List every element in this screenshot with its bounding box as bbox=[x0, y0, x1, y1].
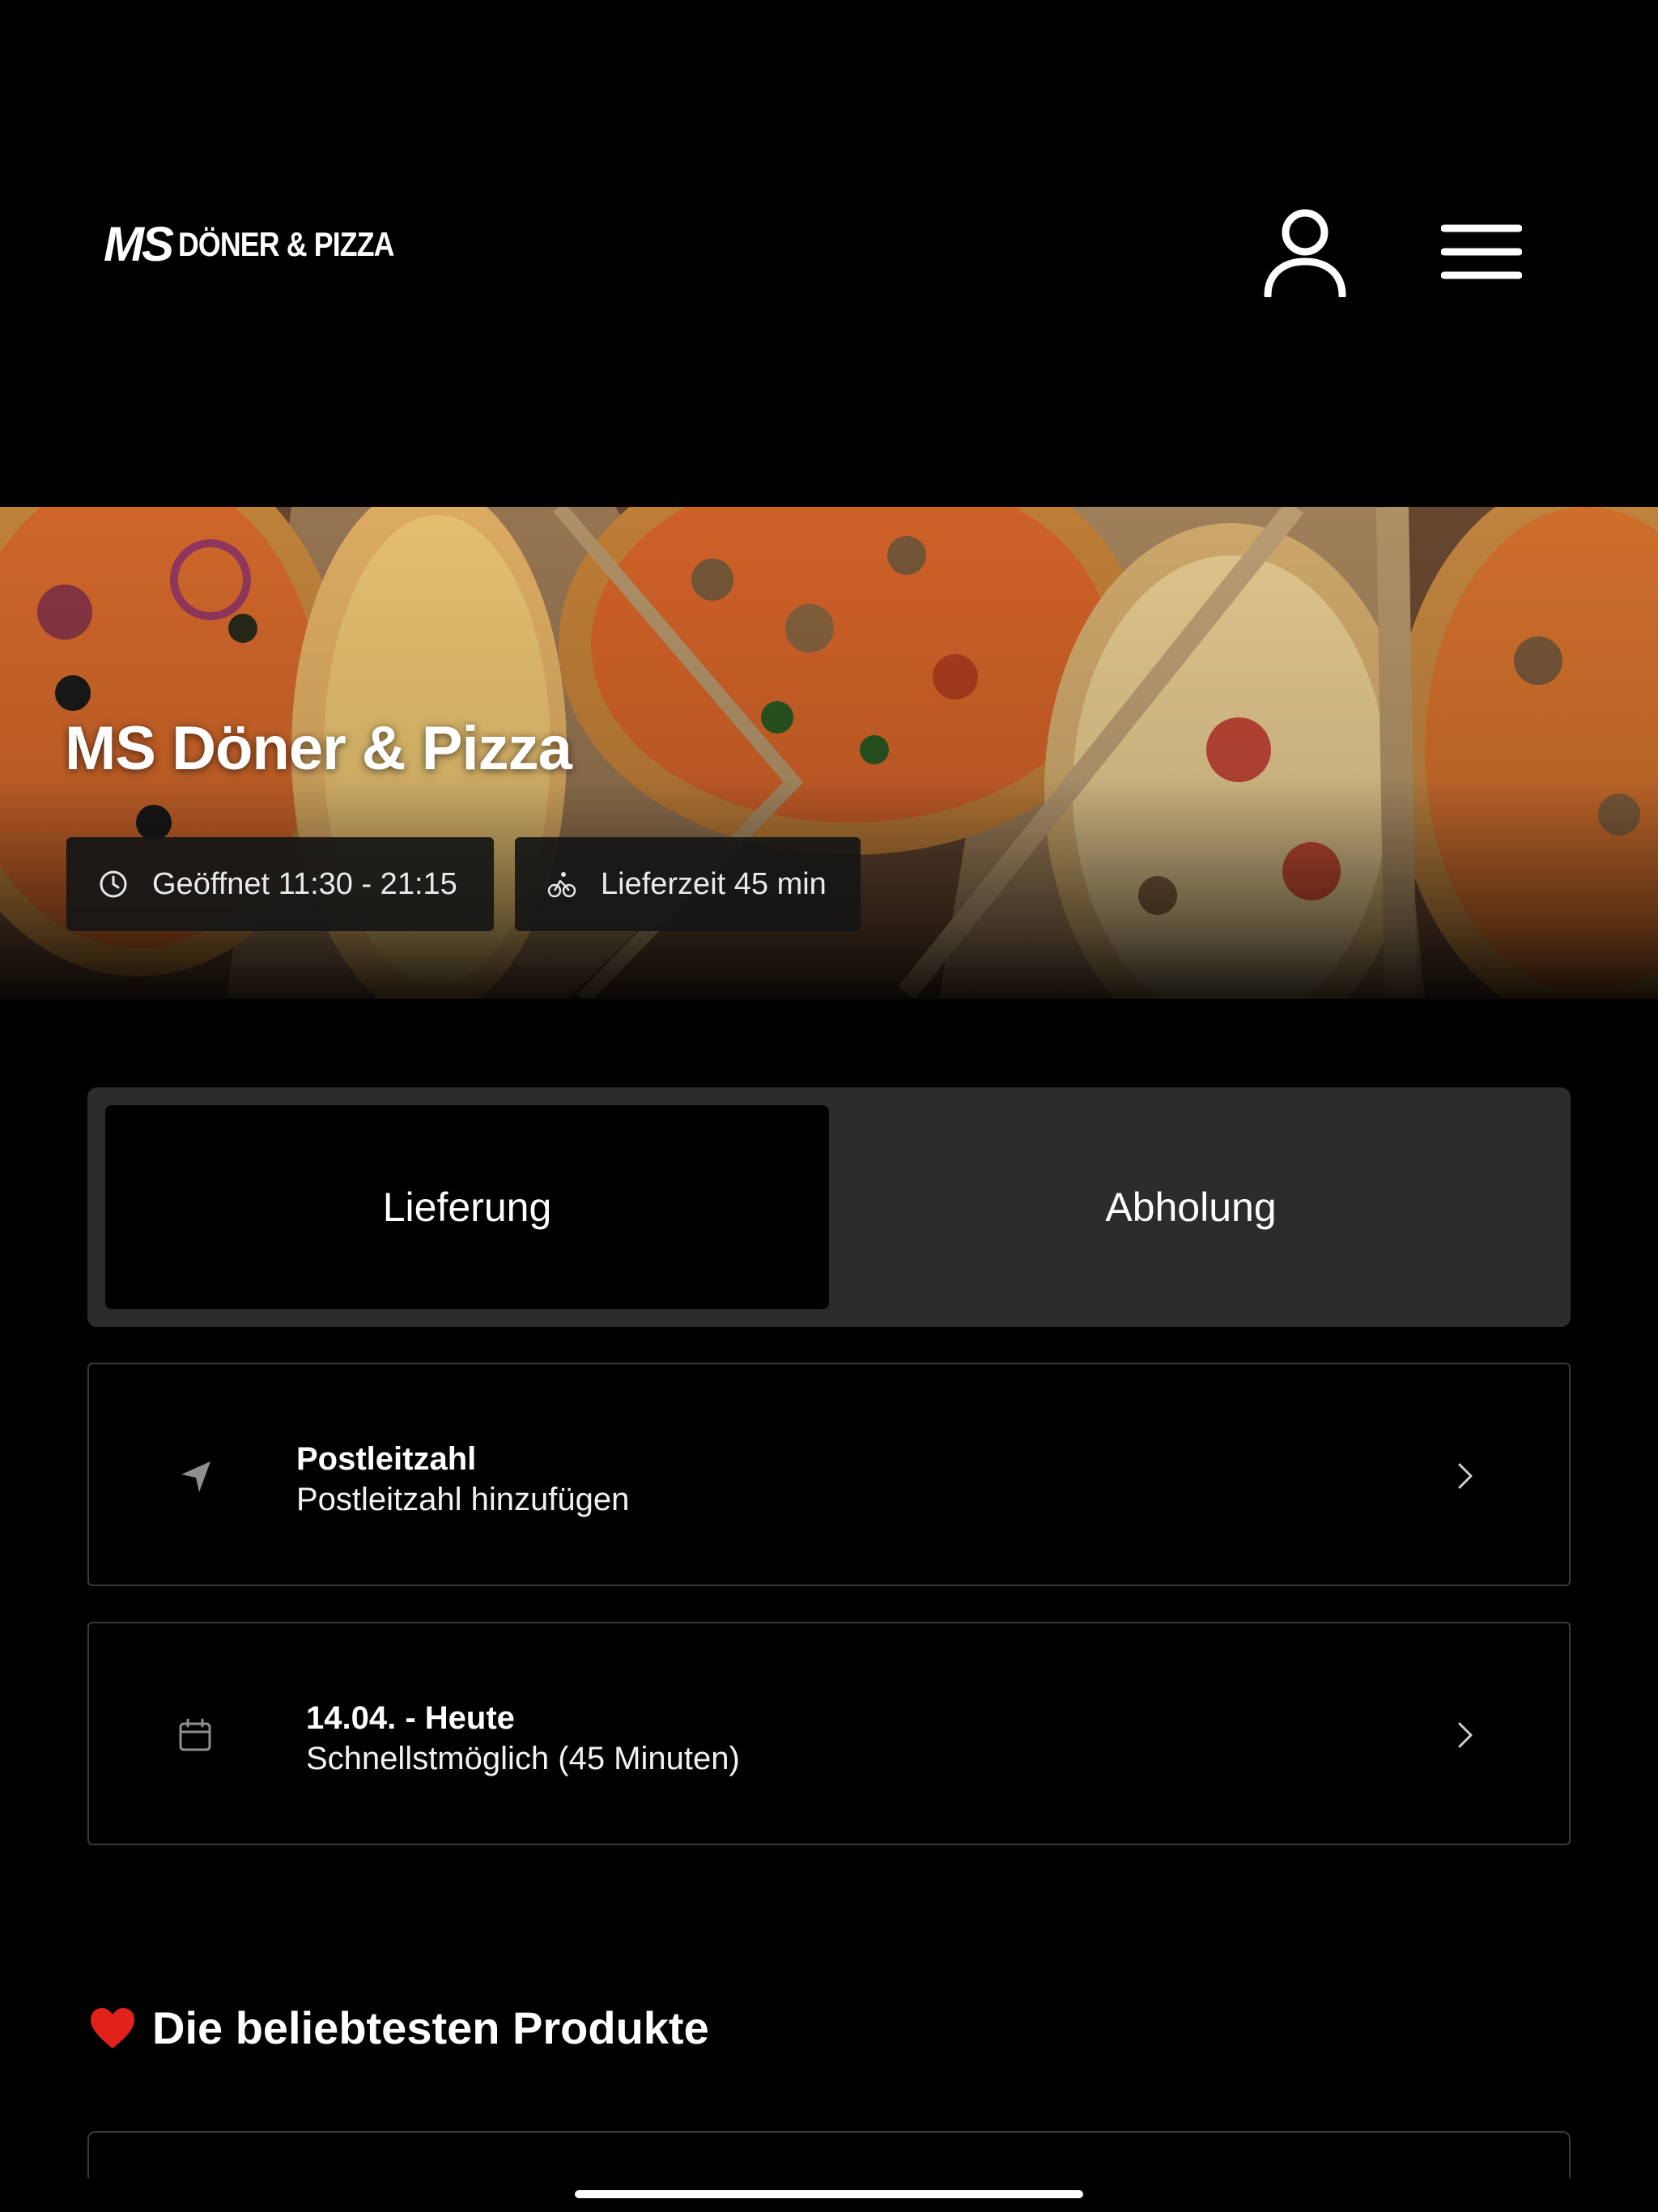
menu-button[interactable] bbox=[1433, 215, 1530, 288]
delivery-option[interactable]: Lieferung bbox=[105, 1105, 829, 1309]
order-mode-toggle: Lieferung Abholung bbox=[87, 1087, 1571, 1327]
popular-products-title: Die beliebtesten Produkte bbox=[152, 2002, 709, 2053]
postal-code-subtitle: Postleitzahl hinzufügen bbox=[296, 1482, 630, 1517]
postal-code-title: Postleitzahl bbox=[296, 1441, 477, 1477]
restaurant-title: MS Döner & Pizza bbox=[65, 714, 572, 783]
app-header: MS DÖNER & PIZZA bbox=[0, 0, 1658, 507]
logo-mark: MS bbox=[104, 217, 174, 271]
chevron-right-icon bbox=[1449, 1450, 1482, 1502]
brand-logo[interactable]: MS DÖNER & PIZZA bbox=[104, 220, 432, 269]
home-indicator[interactable] bbox=[575, 2190, 1083, 2198]
chevron-right-icon bbox=[1449, 1709, 1482, 1761]
hero-banner: MS Döner & Pizza Geöffnet 11:30 - 21:15 … bbox=[0, 507, 1658, 999]
clock-icon bbox=[97, 868, 130, 900]
account-button[interactable] bbox=[1256, 204, 1354, 301]
calendar-icon bbox=[178, 1709, 212, 1761]
delivery-date-row[interactable]: 14.04. - Heute Schnellstmöglich (45 Minu… bbox=[87, 1622, 1571, 1845]
hamburger-menu-icon bbox=[1441, 224, 1522, 279]
opening-hours-chip: Geöffnet 11:30 - 21:15 bbox=[66, 837, 494, 931]
postal-code-row[interactable]: Postleitzahl Postleitzahl hinzufügen bbox=[87, 1363, 1571, 1586]
bicycle-icon bbox=[546, 868, 578, 900]
pickup-option[interactable]: Abholung bbox=[829, 1105, 1553, 1309]
delivery-date-subtitle: Schnellstmöglich (45 Minuten) bbox=[306, 1741, 740, 1776]
user-icon bbox=[1264, 209, 1346, 297]
delivery-date-title: 14.04. - Heute bbox=[306, 1700, 515, 1736]
popular-products-heading: Die beliebtesten Produkte bbox=[89, 2001, 709, 2054]
location-arrow-icon bbox=[178, 1450, 214, 1502]
logo-text: DÖNER & PIZZA bbox=[178, 225, 394, 263]
delivery-time-chip: Lieferzeit 45 min bbox=[515, 837, 861, 931]
delivery-date-text: 14.04. - Heute Schnellstmöglich (45 Minu… bbox=[306, 1698, 740, 1779]
postal-code-text: Postleitzahl Postleitzahl hinzufügen bbox=[296, 1439, 629, 1520]
delivery-time-text: Lieferzeit 45 min bbox=[601, 866, 827, 901]
opening-hours-text: Geöffnet 11:30 - 21:15 bbox=[152, 866, 457, 901]
heart-icon bbox=[89, 2006, 136, 2050]
